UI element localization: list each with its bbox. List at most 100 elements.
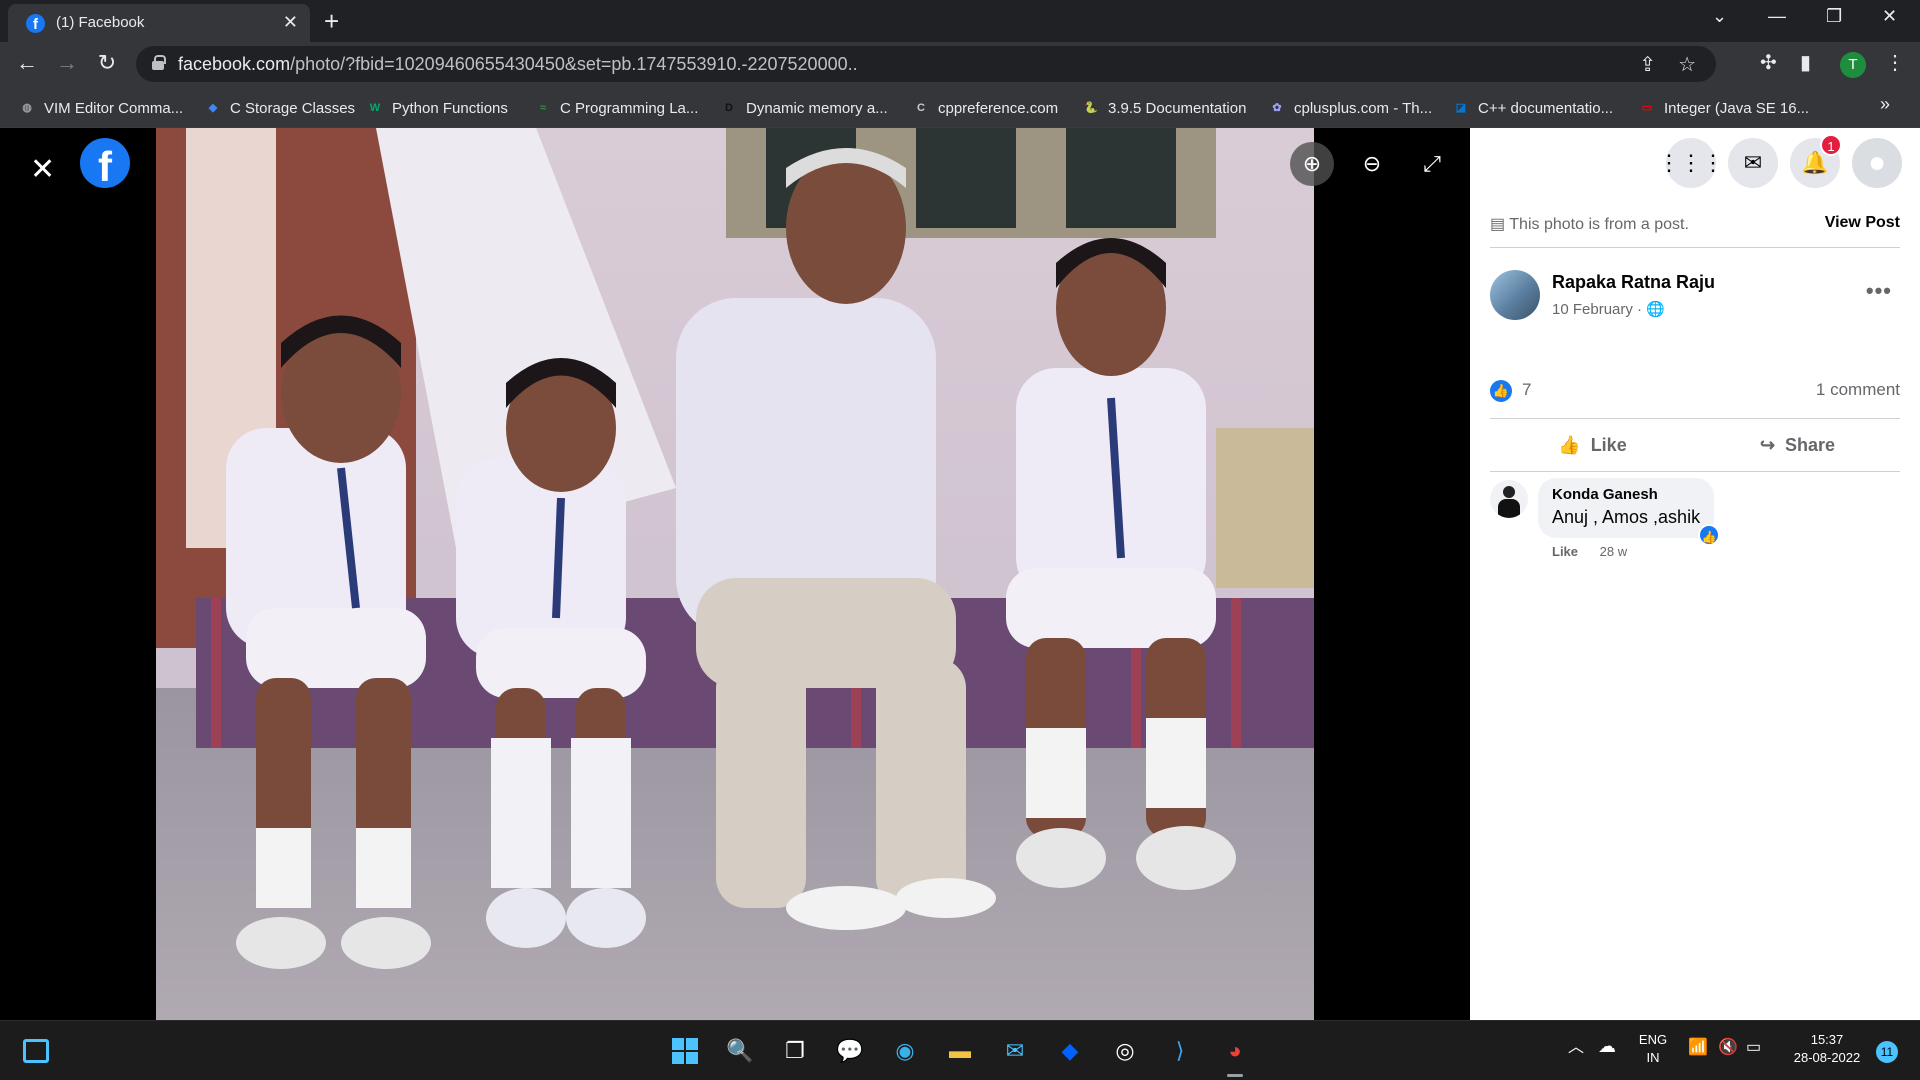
side-panel-icon[interactable]: ▮ [1800, 50, 1811, 75]
wifi-icon[interactable]: 📶 [1688, 1039, 1708, 1057]
bookmark-label: VIM Editor Comma... [44, 99, 184, 117]
grid-icon: ⋮⋮⋮ [1658, 150, 1724, 175]
like-label: Like [1590, 434, 1627, 455]
comment-bubble: Konda Ganesh Anuj , Amos ,ashik 👍 [1538, 478, 1721, 546]
comment-author[interactable]: Konda Ganesh [1552, 486, 1700, 503]
taskbar: 🔍 ❐ 💬 ◉ ▬ ✉ ◆ ◎ ⟩ ◕ ︿ ☁ ENG IN 📶 🔇 ▭ 15:3… [0, 1020, 1920, 1080]
tab-facebook[interactable]: f (1) Facebook ✕ [8, 4, 310, 42]
menu-grid-button[interactable]: ⋮⋮⋮ [1658, 138, 1724, 188]
bookmark-item[interactable]: ◪ C++ documentatio... [1452, 96, 1613, 120]
post-note-icon: ▤ [1490, 216, 1510, 233]
cppref-icon: C [917, 102, 925, 114]
zoom-out-button[interactable]: ⊖ [1350, 142, 1394, 186]
notifications-button[interactable]: 🔔 1 [1790, 134, 1842, 188]
bookmark-label: cplusplus.com - Th... [1294, 99, 1433, 117]
bookmarks-bar: » ◍ VIM Editor Comma... ◆ C Storage Classes… [0, 88, 1920, 128]
bookmark-label: Dynamic memory a... [746, 99, 888, 117]
toolbar: ← → ↻ facebook.com/photo/?fbid=102094606… [0, 42, 1920, 88]
start-button[interactable] [667, 1033, 703, 1069]
tray-overflow-icon[interactable]: ︿ [1568, 1039, 1584, 1057]
onedrive-icon[interactable]: ☁ [1598, 1037, 1616, 1055]
default-avatar-icon: ● [1867, 146, 1887, 179]
profile-avatar[interactable]: T [1840, 52, 1866, 78]
bookmark-item[interactable]: ◆ C Storage Classes [204, 96, 355, 120]
bookmark-item[interactable]: W Python Functions [366, 96, 508, 120]
bookmark-item[interactable]: D Dynamic memory a... [720, 96, 888, 120]
geeks-icon: ≈ [539, 102, 547, 114]
teams-chat-icon[interactable]: 💬 [832, 1033, 868, 1069]
address-bar[interactable]: facebook.com/photo/?fbid=102094606554304… [136, 46, 1716, 82]
more-options-icon[interactable]: ••• [1866, 278, 1892, 304]
task-view-icon[interactable]: ❐ [777, 1033, 813, 1069]
volume-muted-icon[interactable]: 🔇 [1718, 1039, 1738, 1057]
header-icons: ⋮⋮⋮ ✉ 🔔 1 ● [1658, 134, 1902, 188]
tab-search-chevron-icon[interactable]: ⌄ [1712, 6, 1727, 27]
like-button[interactable]: 👍 Like [1490, 419, 1695, 471]
forward-button[interactable]: → [52, 50, 82, 76]
battery-icon[interactable]: ▭ [1746, 1039, 1761, 1057]
clock[interactable]: 15:37 28-08-2022 [1782, 1031, 1872, 1067]
zoom-in-button[interactable]: ⊕ [1290, 142, 1334, 186]
widgets-icon[interactable] [18, 1033, 54, 1069]
bookmark-item[interactable]: ≈ C Programming La... [534, 96, 698, 120]
share-arrow-icon: ↪ [1759, 434, 1776, 455]
comment-like-action[interactable]: Like [1552, 544, 1578, 559]
post-date[interactable]: 10 February · 🌐 [1552, 300, 1665, 318]
bookmark-item[interactable]: Ccppreference.com [912, 96, 1058, 120]
share-page-icon[interactable]: ⇪ [1639, 52, 1656, 77]
bookmark-label: C Programming La... [560, 99, 699, 117]
author-avatar[interactable] [1490, 270, 1540, 320]
bookmark-item[interactable]: ◍ VIM Editor Comma... [18, 96, 183, 120]
restore-button[interactable]: ❐ [1826, 6, 1842, 27]
bookmark-item[interactable]: ✿ cplusplus.com - Th... [1268, 96, 1432, 120]
view-post-link[interactable]: View Post [1825, 214, 1900, 232]
comment-like-reaction-icon[interactable]: 👍 [1698, 524, 1721, 546]
bookmark-item[interactable]: ▭ Integer (Java SE 16... [1638, 96, 1809, 120]
bookmark-star-icon[interactable]: ☆ [1678, 52, 1696, 77]
chrome-icon[interactable]: ◕ [1217, 1033, 1253, 1077]
bookmarks-overflow-icon[interactable]: » [1880, 94, 1890, 115]
url-text[interactable]: facebook.com/photo/?fbid=102094606554304… [178, 54, 858, 75]
github-icon[interactable]: ◎ [1107, 1033, 1143, 1069]
fullscreen-button[interactable]: ⤢ [1410, 142, 1454, 186]
close-window-button[interactable]: ✕ [1882, 6, 1897, 27]
post-note: ▤ This photo is from a post. View Post [1490, 214, 1900, 248]
facebook-favicon-icon: f [26, 14, 45, 33]
edge-icon[interactable]: ◉ [887, 1033, 923, 1069]
vscode-icon[interactable]: ⟩ [1162, 1033, 1198, 1069]
close-viewer-button[interactable]: ✕ [30, 152, 55, 187]
bookmark-label: Integer (Java SE 16... [1664, 99, 1810, 117]
commenter-avatar[interactable] [1490, 480, 1528, 518]
photo[interactable] [156, 128, 1314, 1020]
thumbs-up-icon: 👍 [1558, 434, 1581, 455]
file-explorer-icon[interactable]: ▬ [942, 1033, 978, 1069]
bookmark-item[interactable]: 🐍 3.9.5 Documentation [1082, 96, 1246, 120]
language-indicator[interactable]: ENG IN [1636, 1031, 1670, 1067]
notification-center-badge[interactable]: 11 [1876, 1041, 1898, 1063]
share-button[interactable]: ↪ Share [1695, 419, 1900, 471]
messenger-button[interactable]: ✉ [1728, 138, 1778, 188]
like-reaction-icon[interactable]: 👍 [1490, 380, 1512, 402]
reload-button[interactable]: ↻ [92, 50, 122, 76]
comment-count[interactable]: 1 comment [1816, 380, 1900, 400]
notification-badge: 1 [1820, 134, 1842, 156]
search-icon[interactable]: 🔍 [722, 1033, 758, 1069]
dropbox-icon[interactable]: ◆ [1052, 1033, 1088, 1069]
d-icon: D [725, 102, 733, 114]
globe-icon: ◍ [22, 102, 32, 114]
new-tab-button[interactable]: + [324, 6, 339, 37]
lock-icon[interactable] [152, 55, 166, 70]
post-note-text: This photo is from a post. [1509, 216, 1689, 233]
mail-icon[interactable]: ✉ [997, 1033, 1033, 1069]
like-count[interactable]: 7 [1522, 380, 1531, 400]
comment-age[interactable]: 28 w [1600, 544, 1627, 559]
extensions-puzzle-icon[interactable]: ✣ [1760, 50, 1777, 75]
account-avatar[interactable]: ● [1852, 138, 1902, 188]
minimize-button[interactable]: — [1768, 6, 1786, 27]
author-name[interactable]: Rapaka Ratna Raju [1552, 272, 1715, 293]
back-button[interactable]: ← [12, 50, 42, 76]
tab-close-icon[interactable]: ✕ [283, 12, 298, 33]
facebook-logo-icon[interactable]: f [80, 138, 130, 190]
browser-chrome: f (1) Facebook ✕ + ⌄ — ❐ ✕ ← → ↻ faceboo… [0, 0, 1920, 128]
chrome-menu-icon[interactable]: ⋮ [1885, 50, 1905, 75]
